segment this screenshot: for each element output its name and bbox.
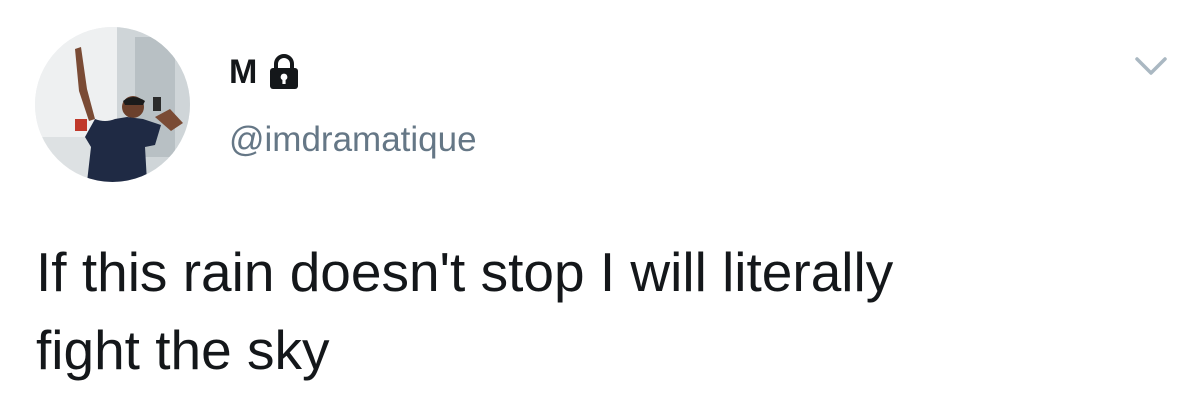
username-handle[interactable]: @imdramatique bbox=[229, 122, 477, 157]
tweet-card: M @imdramatique If this rain doesn't sto… bbox=[0, 0, 1200, 405]
lock-icon bbox=[269, 54, 299, 90]
avatar[interactable] bbox=[35, 27, 190, 182]
display-name-row: M bbox=[229, 50, 299, 94]
tweet-text: If this rain doesn't stop I will literal… bbox=[36, 241, 894, 381]
chevron-down-icon[interactable] bbox=[1134, 55, 1168, 77]
avatar-image bbox=[35, 27, 190, 182]
display-name[interactable]: M bbox=[229, 55, 257, 89]
